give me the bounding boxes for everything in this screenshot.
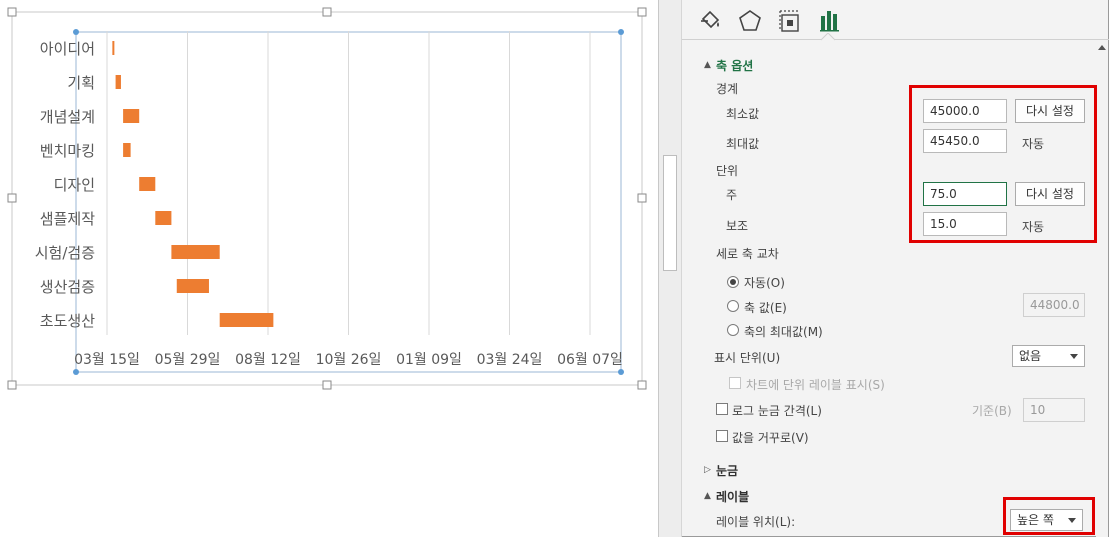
bounds-title: 경계: [716, 82, 739, 96]
log-base-label: 기준(B): [972, 404, 1012, 418]
category-label: 초도생산: [40, 312, 95, 330]
cross-axis-value-radio[interactable]: [727, 300, 739, 312]
maximum-auto-state: 자동: [1022, 137, 1045, 151]
category-label: 디자인: [54, 176, 95, 194]
display-units-value: 없음: [1019, 349, 1042, 363]
values-reverse-checkbox[interactable]: [716, 430, 728, 442]
plot-area-handle[interactable]: [73, 29, 79, 35]
chevron-down-icon: [1070, 354, 1078, 359]
category-label: 아이디어: [40, 40, 95, 58]
show-units-label-text: 차트에 단위 레이블 표시(S): [746, 378, 885, 392]
size-properties-icon[interactable]: [776, 7, 804, 35]
tick-marks-section-title[interactable]: 눈금: [716, 462, 738, 479]
x-tick-label: 08월 12일: [235, 352, 301, 368]
plot-area-handle[interactable]: [73, 369, 79, 375]
label-position-dropdown[interactable]: 높은 쪽: [1010, 509, 1083, 531]
display-units-label: 표시 단위(U): [714, 351, 781, 365]
bar-chart-icon[interactable]: [816, 7, 844, 35]
collapse-triangle-icon[interactable]: ▲: [704, 491, 711, 501]
maximum-label: 최대값: [726, 137, 760, 151]
units-title: 단위: [716, 164, 739, 178]
vertical-axis-crosses-title: 세로 축 교차: [716, 247, 779, 261]
x-tick-label: 06월 07일: [557, 352, 623, 368]
active-tab-caret: [821, 33, 835, 41]
resize-handle[interactable]: [637, 193, 647, 203]
show-units-label-checkbox[interactable]: [729, 377, 741, 389]
resize-handle[interactable]: [7, 7, 17, 17]
minor-unit-input[interactable]: 15.0: [923, 212, 1007, 236]
format-axis-pane: ▲ 축 옵션 경계 최소값 45000.0 다시 설정 최대값 45450.0 …: [682, 0, 1109, 537]
chart-area[interactable]: 아이디어기획개념설계벤치마킹디자인샘플제작시험/검증생산검증초도생산 03월 1…: [0, 0, 658, 537]
x-tick-label: 01월 09일: [396, 352, 462, 368]
gantt-bar[interactable]: [219, 313, 274, 327]
cross-auto-label[interactable]: 자동(O): [744, 274, 785, 291]
gantt-bar[interactable]: [115, 75, 121, 89]
log-base-input[interactable]: 10: [1023, 398, 1085, 422]
display-units-dropdown[interactable]: 없음: [1012, 345, 1085, 367]
category-label: 샘플제작: [40, 210, 95, 228]
resize-handle[interactable]: [322, 7, 332, 17]
pane-tabs: [682, 0, 1109, 40]
gantt-bar[interactable]: [171, 245, 220, 259]
resize-handle[interactable]: [637, 7, 647, 17]
pentagon-icon[interactable]: [736, 7, 764, 35]
resize-handle[interactable]: [322, 380, 332, 390]
resize-handle[interactable]: [7, 380, 17, 390]
category-label: 기획: [67, 74, 95, 92]
category-label: 시험/검증: [35, 244, 95, 262]
cross-auto-radio[interactable]: [727, 276, 739, 288]
plot-area-handle[interactable]: [618, 29, 624, 35]
scroll-up-icon[interactable]: [1098, 44, 1106, 52]
gantt-bar[interactable]: [123, 143, 131, 157]
gantt-chart[interactable]: 아이디어기획개념설계벤치마킹디자인샘플제작시험/검증생산검증초도생산 03월 1…: [0, 0, 658, 537]
minor-unit-auto-state: 자동: [1022, 220, 1045, 234]
cross-axis-value-label[interactable]: 축 값(E): [744, 299, 787, 316]
tab-divider: [682, 39, 1109, 40]
pane-scrollbar[interactable]: [1096, 42, 1108, 537]
cross-max-label[interactable]: 축의 최대값(M): [744, 323, 823, 340]
gantt-bar[interactable]: [139, 177, 156, 191]
label-position-label: 레이블 위치(L):: [716, 515, 796, 529]
axis-options-section-title[interactable]: 축 옵션: [716, 57, 753, 74]
category-label: 생산검증: [40, 278, 95, 296]
scrollbar-thumb[interactable]: [663, 155, 677, 271]
values-reverse-label[interactable]: 값을 거꾸로(V): [732, 429, 809, 446]
collapse-triangle-icon[interactable]: ▲: [704, 60, 711, 70]
cross-axis-value-input[interactable]: 44800.0: [1023, 293, 1085, 317]
gantt-bar[interactable]: [155, 211, 172, 225]
chevron-down-icon: [1068, 518, 1076, 523]
gantt-bar[interactable]: [112, 41, 115, 55]
minimum-label: 최소값: [726, 107, 760, 121]
paint-bucket-icon[interactable]: [696, 7, 724, 35]
x-tick-label: 03월 15일: [74, 352, 140, 368]
resize-handle[interactable]: [637, 380, 647, 390]
x-tick-label: 05월 29일: [155, 352, 221, 368]
log-scale-label[interactable]: 로그 눈금 간격(L): [732, 402, 822, 419]
gantt-bar[interactable]: [176, 279, 209, 293]
resize-handle[interactable]: [7, 193, 17, 203]
vertical-scrollbar[interactable]: [658, 0, 682, 537]
minimum-input[interactable]: 45000.0: [923, 99, 1007, 123]
minimum-reset-button[interactable]: 다시 설정: [1015, 99, 1085, 123]
expand-triangle-icon[interactable]: ▷: [704, 465, 711, 475]
major-unit-input[interactable]: 75.0: [923, 182, 1007, 206]
major-unit-reset-button[interactable]: 다시 설정: [1015, 182, 1085, 206]
x-tick-label: 03월 24일: [477, 352, 543, 368]
cross-max-radio[interactable]: [727, 324, 739, 336]
gantt-bar[interactable]: [123, 109, 140, 123]
category-label: 벤치마킹: [40, 142, 95, 160]
maximum-input[interactable]: 45450.0: [923, 129, 1007, 153]
major-unit-label: 주: [726, 188, 738, 202]
log-scale-checkbox[interactable]: [716, 403, 728, 415]
labels-section-title[interactable]: 레이블: [716, 488, 749, 505]
plot-area-handle[interactable]: [618, 369, 624, 375]
x-tick-label: 10월 26일: [316, 352, 382, 368]
label-position-value: 높은 쪽: [1017, 513, 1054, 527]
minor-unit-label: 보조: [726, 219, 749, 233]
category-label: 개념설계: [40, 108, 95, 126]
